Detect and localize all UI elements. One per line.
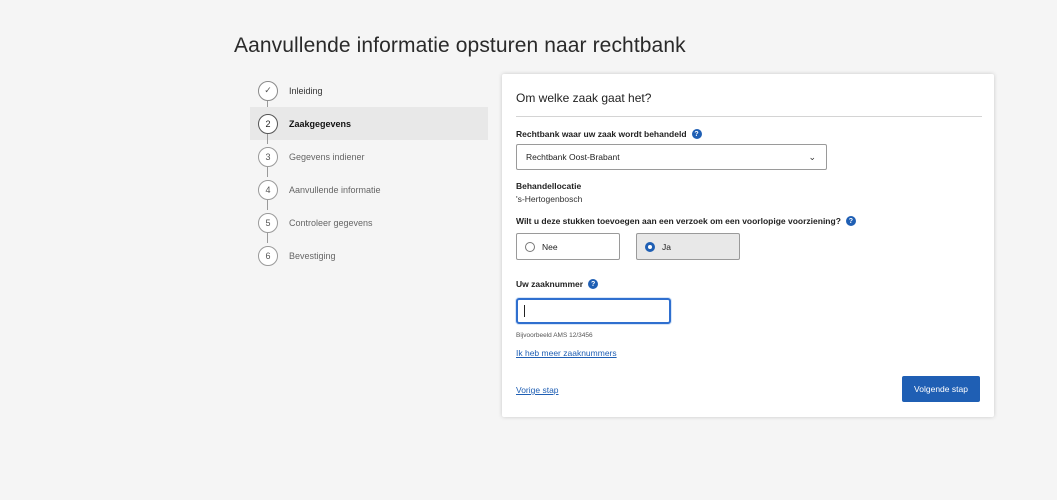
question-circle-icon[interactable]: ? xyxy=(845,216,856,226)
step-number: 4 xyxy=(258,179,278,200)
radio-checked-icon[interactable] xyxy=(645,241,655,252)
step-number: 2 xyxy=(258,113,278,134)
step-zaakgegevens[interactable]: 2 Zaakgegevens xyxy=(250,107,488,144)
form-title: Om welke zaak gaat het? xyxy=(516,91,652,105)
case-number-label: Uw zaaknummer ? xyxy=(516,279,599,289)
step-bevestiging: 6 Bevestiging xyxy=(250,239,488,272)
case-number-label-text: Uw zaaknummer xyxy=(516,279,584,289)
step-label: Zaakgegevens xyxy=(289,118,352,129)
step-label: Gegevens indiener xyxy=(289,151,365,162)
question-circle-icon[interactable]: ? xyxy=(588,279,599,289)
previous-step-link[interactable]: Vorige stap xyxy=(516,385,559,395)
provisional-question-text: Wilt u deze stukken toevoegen aan een ve… xyxy=(516,216,841,226)
provisional-question: Wilt u deze stukken toevoegen aan een ve… xyxy=(516,216,856,226)
text-caret xyxy=(524,305,525,317)
step-controleer-gegevens: 5 Controleer gegevens xyxy=(250,206,488,243)
court-select[interactable]: Rechtbank Oost-Brabant ⌄ xyxy=(516,144,827,170)
court-label: Rechtbank waar uw zaak wordt behandeld ? xyxy=(516,129,702,139)
radio-label-nee: Nee xyxy=(542,241,558,252)
location-label: Behandellocatie xyxy=(516,181,582,191)
question-circle-icon[interactable]: ? xyxy=(691,129,702,139)
step-number: 5 xyxy=(258,212,278,233)
step-aanvullende-informatie: 4 Aanvullende informatie xyxy=(250,173,488,210)
radio-option-nee[interactable]: Nee xyxy=(516,233,620,260)
case-number-input[interactable] xyxy=(516,298,671,324)
page-canvas: Aanvullende informatie opsturen naar rec… xyxy=(0,0,1057,500)
radio-unchecked-icon[interactable] xyxy=(525,241,535,252)
chevron-down-icon: ⌄ xyxy=(808,152,816,162)
check-icon: ✓ xyxy=(258,80,278,101)
step-gegevens-indiener: 3 Gegevens indiener xyxy=(250,140,488,177)
progress-stepper: ✓ Inleiding 2 Zaakgegevens 3 Gegevens in… xyxy=(250,74,488,272)
location-value: 's-Hertogenbosch xyxy=(516,194,583,204)
more-case-numbers-link[interactable]: Ik heb meer zaaknummers xyxy=(516,348,617,358)
step-label: Inleiding xyxy=(289,85,323,96)
step-label: Controleer gegevens xyxy=(289,217,373,228)
step-number: 3 xyxy=(258,146,278,167)
step-label: Bevestiging xyxy=(289,250,336,261)
case-form-card: Om welke zaak gaat het? Rechtbank waar u… xyxy=(502,74,994,417)
radio-label-ja: Ja xyxy=(662,241,671,252)
next-step-button[interactable]: Volgende stap xyxy=(902,376,980,402)
step-label: Aanvullende informatie xyxy=(289,184,381,195)
step-number: 6 xyxy=(258,245,278,266)
radio-option-ja[interactable]: Ja xyxy=(636,233,740,260)
divider xyxy=(516,116,982,117)
court-select-value: Rechtbank Oost-Brabant xyxy=(526,152,620,162)
case-number-hint: Bijvoorbeeld AMS 12/3456 xyxy=(516,332,593,339)
court-label-text: Rechtbank waar uw zaak wordt behandeld xyxy=(516,129,687,139)
step-inleiding[interactable]: ✓ Inleiding xyxy=(250,74,488,111)
page-title: Aanvullende informatie opsturen naar rec… xyxy=(234,34,686,57)
